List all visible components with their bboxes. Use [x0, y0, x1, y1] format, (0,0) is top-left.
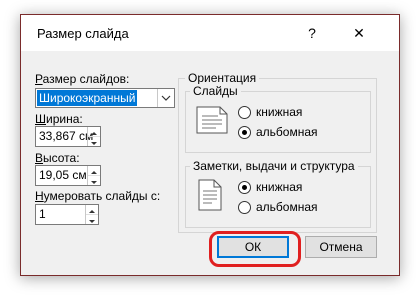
height-spinner[interactable]: 19,05 см — [35, 165, 101, 186]
slides-portrait-radio[interactable] — [238, 106, 251, 119]
width-label: Ширина: — [35, 112, 83, 126]
title-bar: Размер слайда ? ✕ — [21, 15, 399, 51]
slide-size-label: Размер слайдов: — [35, 72, 129, 86]
landscape-page-icon — [196, 106, 228, 134]
spin-down-icon[interactable] — [86, 214, 98, 224]
radio-selected-dot — [242, 185, 247, 190]
notes-landscape-label: альбомная — [256, 200, 318, 214]
ok-button[interactable]: ОК — [217, 236, 289, 258]
number-spin-buttons[interactable] — [85, 205, 98, 224]
height-label-text: ысота: — [43, 151, 80, 165]
slide-size-select[interactable]: Широкоэкранный — [35, 88, 175, 108]
width-value: 33,867 см — [39, 129, 94, 143]
height-label: Высота: — [35, 151, 80, 165]
notes-portrait-radio[interactable] — [238, 181, 251, 194]
spin-up-icon[interactable] — [88, 166, 100, 175]
notes-orientation-group: Заметки, выдачи и структура книжная альб… — [185, 159, 371, 228]
slides-landscape-label: альбомная — [256, 125, 318, 139]
close-button[interactable]: ✕ — [345, 21, 373, 45]
width-spinner[interactable]: 33,867 см — [35, 126, 101, 147]
slides-portrait-label: книжная — [256, 105, 303, 119]
slide-size-selected-value: Широкоэкранный — [37, 90, 138, 106]
notes-portrait-label: книжная — [256, 180, 303, 194]
notes-landscape-radio[interactable] — [238, 201, 251, 214]
width-label-text: ирина: — [46, 112, 83, 126]
portrait-page-icon — [198, 179, 222, 211]
slide-size-dialog: Размер слайда ? ✕ Размер слайдов: Широко… — [20, 14, 400, 276]
number-from-label-accesskey: Н — [35, 189, 44, 203]
width-label-accesskey: Ш — [35, 112, 46, 126]
height-label-accesskey: В — [35, 151, 44, 165]
slide-size-label-text: азмер слайдов: — [42, 72, 130, 86]
dialog-title: Размер слайда — [37, 26, 129, 41]
number-from-value: 1 — [39, 207, 46, 221]
slide-size-label-accesskey: Р — [35, 72, 43, 86]
height-value: 19,05 см — [39, 168, 87, 182]
slides-orientation-group: Слайды книжная альбомная — [185, 84, 371, 153]
cancel-button[interactable]: Отмена — [305, 236, 377, 258]
width-spin-buttons[interactable] — [87, 127, 100, 146]
slides-legend: Слайды — [190, 84, 241, 98]
radio-selected-dot — [242, 130, 247, 135]
orientation-group: Ориентация Слайды книжная альбомная Заме… — [178, 71, 377, 233]
spin-up-icon[interactable] — [86, 205, 98, 214]
chevron-down-icon[interactable] — [157, 89, 174, 107]
notes-legend: Заметки, выдачи и структура — [190, 159, 358, 173]
slides-landscape-radio[interactable] — [238, 126, 251, 139]
help-button[interactable]: ? — [298, 21, 326, 45]
height-spin-buttons[interactable] — [87, 166, 100, 185]
number-from-label: Нумеровать слайды с: — [35, 189, 160, 203]
number-from-spinner[interactable]: 1 — [35, 204, 99, 225]
spin-up-icon[interactable] — [88, 127, 100, 136]
orientation-legend: Ориентация — [185, 71, 260, 85]
number-from-label-text: умеровать слайды с: — [43, 189, 161, 203]
spin-down-icon[interactable] — [88, 136, 100, 146]
spin-down-icon[interactable] — [88, 175, 100, 185]
